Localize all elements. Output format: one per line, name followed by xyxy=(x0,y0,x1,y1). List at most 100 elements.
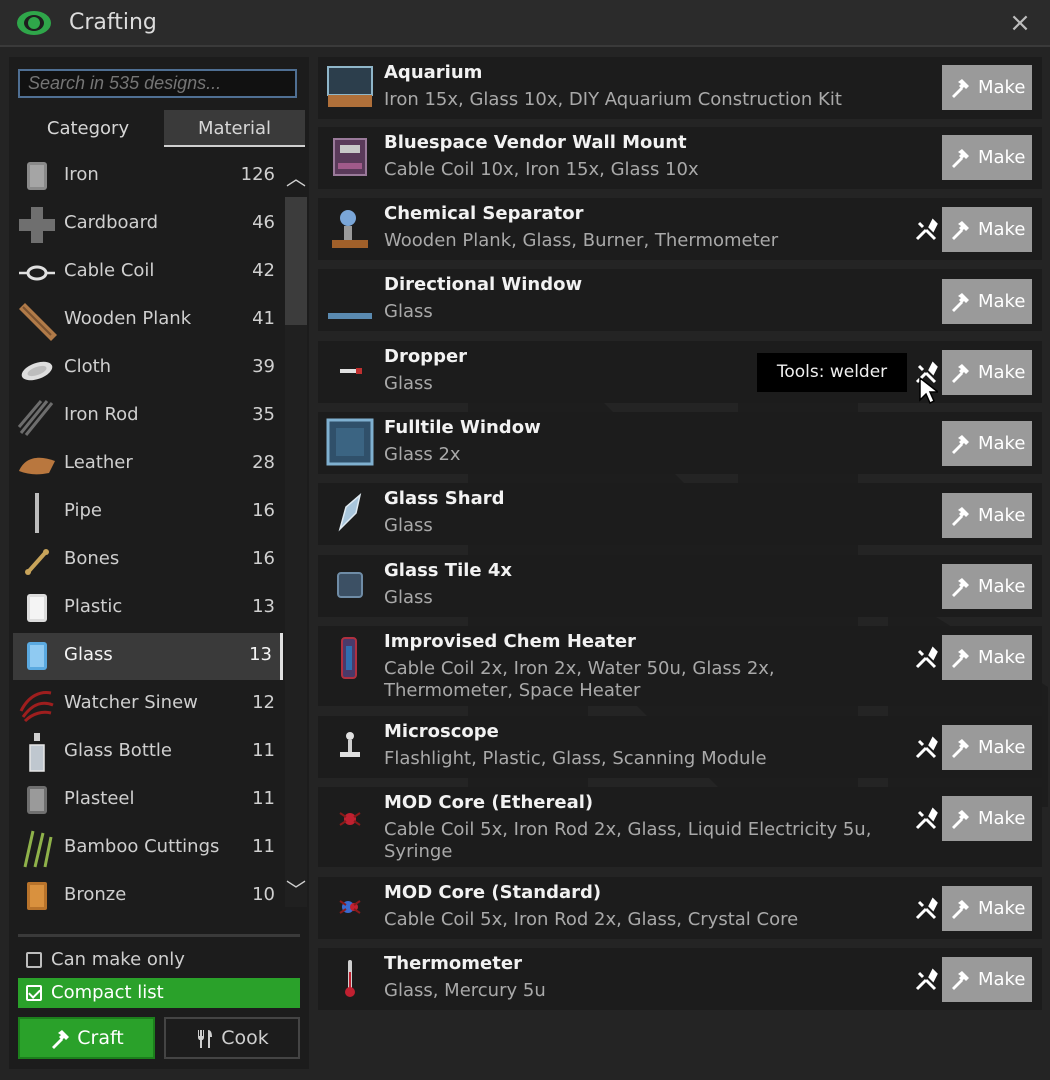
recipe-name: Improvised Chem Heater xyxy=(384,631,636,652)
recipe-row-fulltile-window: Fulltile Window Glass 2x Make xyxy=(318,412,1042,474)
material-name: Bamboo Cuttings xyxy=(64,836,220,857)
material-item-cardboard[interactable]: Cardboard 46 xyxy=(13,201,283,248)
recipe-name: Dropper xyxy=(384,346,468,367)
material-item-bamboo-cuttings[interactable]: Bamboo Cuttings 11 xyxy=(13,825,283,872)
make-button[interactable]: Make xyxy=(942,725,1032,770)
make-button[interactable]: Make xyxy=(942,350,1032,395)
material-count: 11 xyxy=(252,740,275,761)
make-label: Make xyxy=(978,505,1026,526)
material-count: 126 xyxy=(240,164,275,185)
scrollbar-thumb[interactable] xyxy=(285,197,307,325)
recipe-materials: Cable Coil 2x, Iron 2x, Water 50u, Glass… xyxy=(384,658,775,701)
material-count: 39 xyxy=(252,356,275,377)
microscope-icon xyxy=(340,732,360,757)
material-scrollbar[interactable]: ︿ ﹀ xyxy=(283,153,309,923)
hammer-icon xyxy=(952,435,969,454)
material-name: Cardboard xyxy=(64,212,159,233)
make-label: Make xyxy=(978,433,1026,454)
tab-material[interactable]: Material xyxy=(164,110,305,147)
pipe-icon xyxy=(35,493,39,533)
make-button[interactable]: Make xyxy=(942,564,1032,609)
recipe-materials: Glass xyxy=(384,301,433,322)
plasteel-icon xyxy=(27,786,47,814)
material-count: 16 xyxy=(252,500,275,521)
recipe-materials: Iron 15x, Glass 10x, DIY Aquarium Constr… xyxy=(384,89,842,110)
material-item-glass[interactable]: Glass 13 xyxy=(13,633,283,680)
recipe-materials: Glass, Mercury 5u xyxy=(384,980,546,1001)
chem-heater-icon xyxy=(341,637,357,679)
make-button[interactable]: Make xyxy=(942,886,1032,931)
cook-label: Cook xyxy=(221,1027,269,1049)
chevron-up-icon[interactable]: ︿ xyxy=(285,167,307,189)
hammer-icon xyxy=(952,293,969,312)
material-item-iron[interactable]: Iron 126 xyxy=(13,153,283,200)
recipe-row-bluespace-vendor-wall-mount: Bluespace Vendor Wall Mount Cable Coil 1… xyxy=(318,127,1042,189)
material-name: Plastic xyxy=(64,596,123,617)
tools-icon[interactable] xyxy=(914,807,938,831)
make-button[interactable]: Make xyxy=(942,796,1032,841)
recipe-name: Thermometer xyxy=(384,953,522,974)
make-button[interactable]: Make xyxy=(942,65,1032,110)
recipe-row-improvised-chem-heater: Improvised Chem Heater Cable Coil 2x, Ir… xyxy=(318,626,1042,706)
hammer-icon xyxy=(952,739,969,758)
recipe-name: MOD Core (Standard) xyxy=(384,882,602,903)
material-item-iron-rod[interactable]: Iron Rod 35 xyxy=(13,393,283,440)
cook-button[interactable]: Cook xyxy=(164,1017,300,1059)
tools-icon[interactable] xyxy=(914,218,938,242)
material-count: 28 xyxy=(252,452,275,473)
close-button[interactable]: × xyxy=(1006,9,1034,37)
recipe-name: Chemical Separator xyxy=(384,203,584,224)
make-label: Make xyxy=(978,219,1026,240)
material-item-leather[interactable]: Leather 28 xyxy=(13,441,283,488)
material-item-cable-coil[interactable]: Cable Coil 42 xyxy=(13,249,283,296)
make-button[interactable]: Make xyxy=(942,493,1032,538)
hammer-icon xyxy=(952,364,969,383)
make-button[interactable]: Make xyxy=(942,279,1032,324)
make-button[interactable]: Make xyxy=(942,957,1032,1002)
checkbox-icon xyxy=(26,952,42,968)
title-bar: Crafting × xyxy=(0,0,1050,47)
search-input[interactable] xyxy=(18,69,297,98)
material-item-cloth[interactable]: Cloth 39 xyxy=(13,345,283,392)
recipe-materials: Glass xyxy=(384,515,433,536)
glass-icon xyxy=(27,642,47,670)
tab-category[interactable]: Category xyxy=(13,110,163,147)
make-button[interactable]: Make xyxy=(942,635,1032,680)
tools-icon[interactable] xyxy=(914,646,938,670)
plastic-icon xyxy=(27,594,47,622)
material-item-plasteel[interactable]: Plasteel 11 xyxy=(13,777,283,824)
checkbox-label: Can make only xyxy=(51,949,185,970)
make-label: Make xyxy=(978,576,1026,597)
material-item-plastic[interactable]: Plastic 13 xyxy=(13,585,283,632)
chevron-down-icon[interactable]: ﹀ xyxy=(285,879,307,901)
material-item-bones[interactable]: Bones 16 xyxy=(13,537,283,584)
recipe-materials: Wooden Plank, Glass, Burner, Thermometer xyxy=(384,230,779,251)
recipe-name: Microscope xyxy=(384,721,499,742)
make-button[interactable]: Make xyxy=(942,421,1032,466)
material-item-wooden-plank[interactable]: Wooden Plank 41 xyxy=(13,297,283,344)
material-item-bronze[interactable]: Bronze 10 xyxy=(13,873,283,920)
tools-icon[interactable] xyxy=(914,897,938,921)
recipe-materials: Cable Coil 5x, Iron Rod 2x, Glass, Cryst… xyxy=(384,909,799,930)
material-count: 11 xyxy=(252,836,275,857)
mouse-cursor-icon xyxy=(919,376,938,405)
material-item-glass-bottle[interactable]: Glass Bottle 11 xyxy=(13,729,283,776)
checkbox-label: Compact list xyxy=(51,982,164,1003)
chemical-separator-icon xyxy=(332,210,368,248)
tools-icon[interactable] xyxy=(914,736,938,760)
make-button[interactable]: Make xyxy=(942,207,1032,252)
material-name: Bronze xyxy=(64,884,127,905)
vendor-mount-icon xyxy=(333,138,367,176)
recipe-row-mod-core-standard: MOD Core (Standard) Cable Coil 5x, Iron … xyxy=(318,877,1042,939)
material-item-pipe[interactable]: Pipe 16 xyxy=(13,489,283,536)
material-item-watcher-sinew[interactable]: Watcher Sinew 12 xyxy=(13,681,283,728)
make-button[interactable]: Make xyxy=(942,135,1032,180)
craft-button[interactable]: Craft xyxy=(18,1017,155,1059)
tools-icon[interactable] xyxy=(914,968,938,992)
make-label: Make xyxy=(978,898,1026,919)
make-label: Make xyxy=(978,737,1026,758)
compact-list-checkbox[interactable]: Compact list xyxy=(18,978,300,1008)
can-make-only-checkbox[interactable]: Can make only xyxy=(18,945,300,975)
recipe-materials: Glass xyxy=(384,587,433,608)
wooden-plank-icon xyxy=(19,303,57,341)
